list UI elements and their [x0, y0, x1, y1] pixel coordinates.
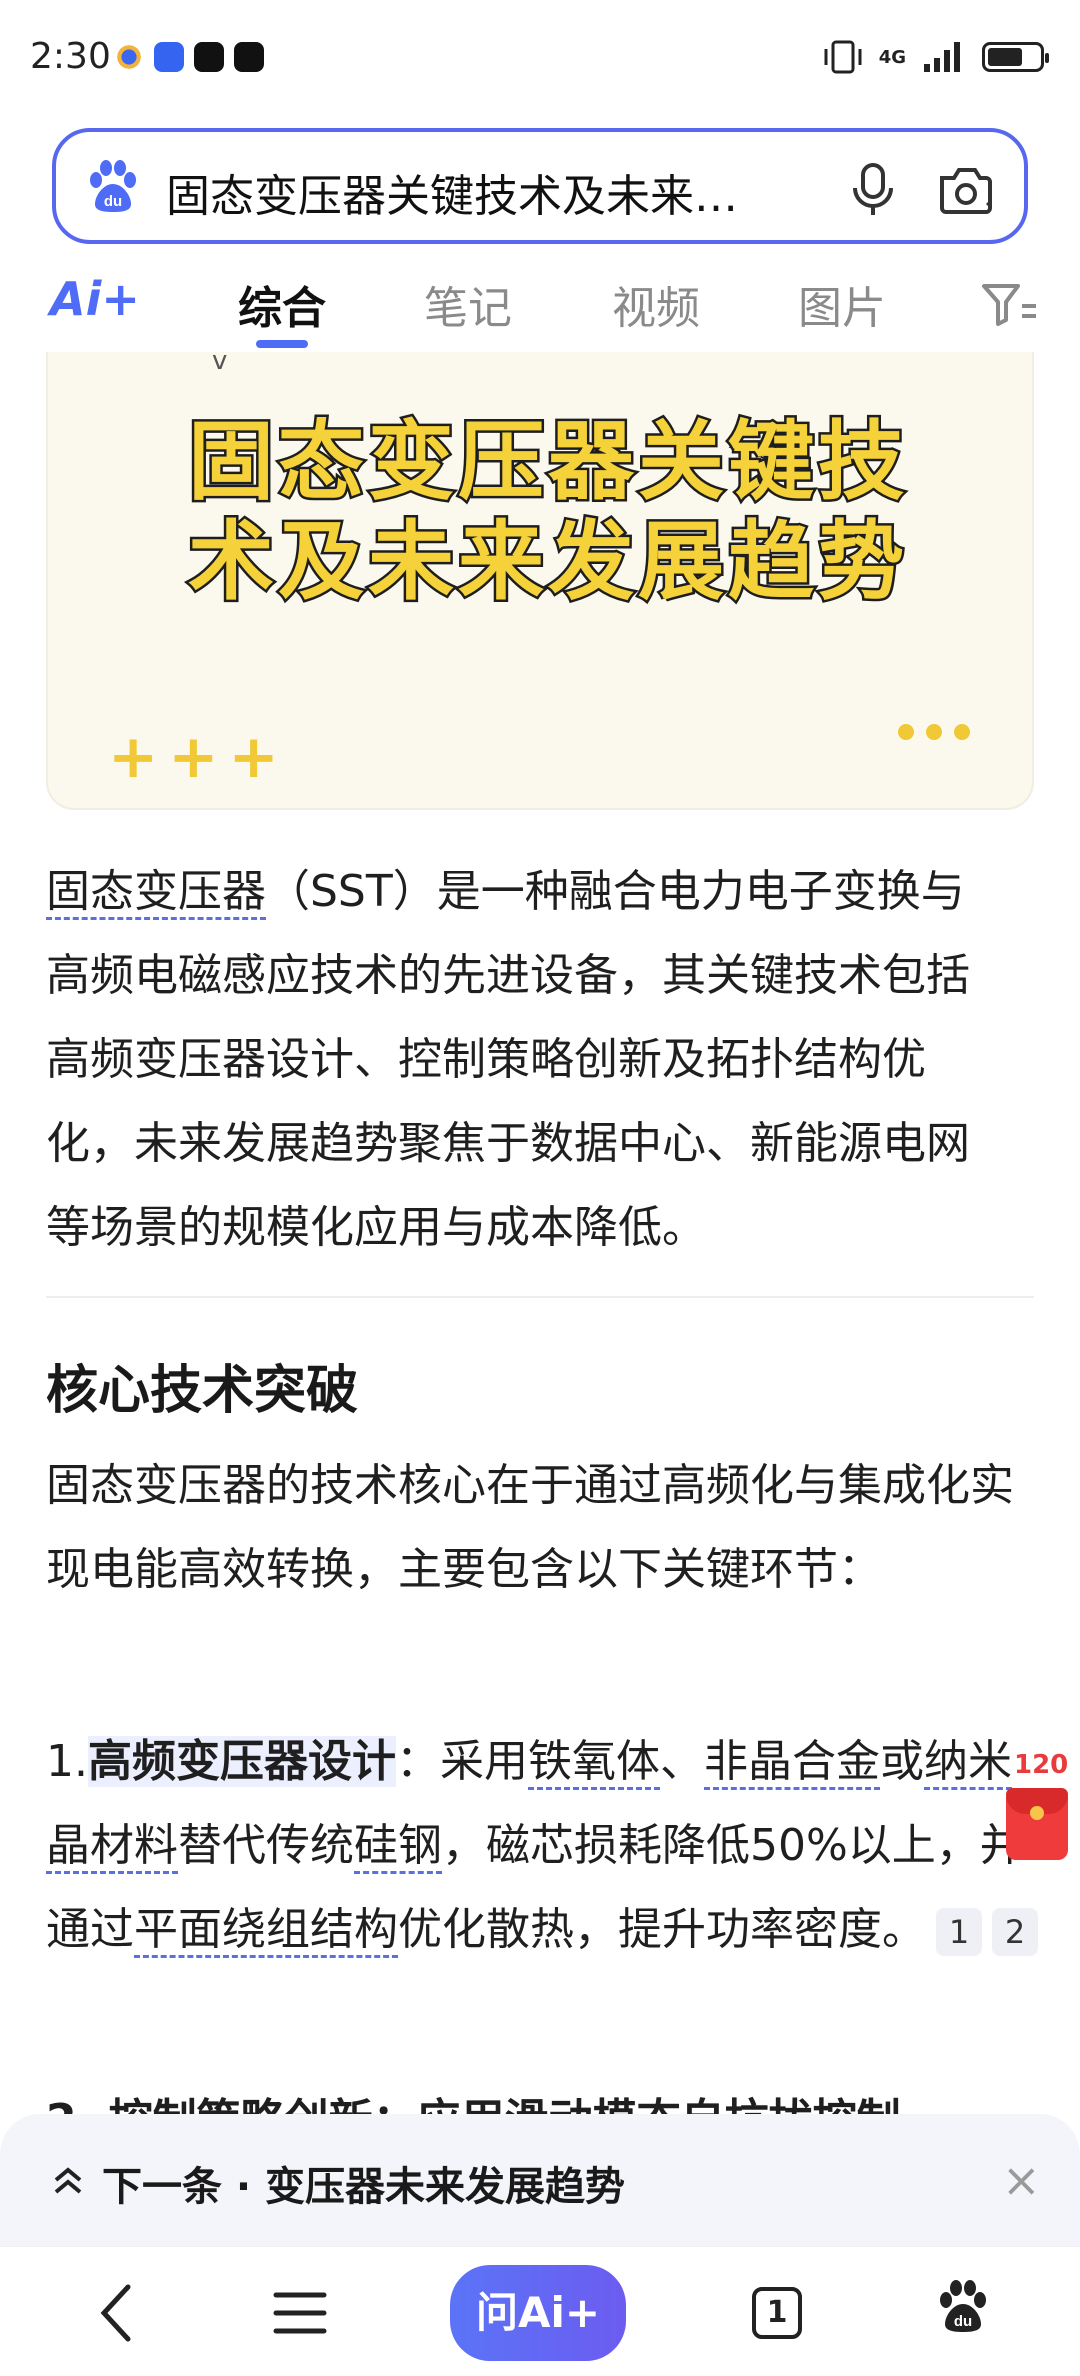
- search-bar[interactable]: du 固态变压器关键技术及未来…: [52, 128, 1028, 244]
- text-fragment: 、: [659, 1736, 704, 1787]
- term-link-planar-winding[interactable]: 平面绕组结构: [134, 1904, 398, 1958]
- search-tabs: Ai+ 综合 笔记 视频 图片: [0, 262, 1080, 352]
- banner-title-line1: 固态变压器关键技: [186, 410, 908, 515]
- text-fragment: ：采用: [395, 1736, 528, 1787]
- article-cover-image[interactable]: v 固态变压器关键技 术及未来发展趋势 +++: [46, 352, 1034, 810]
- term-link-silicon-steel[interactable]: 硅钢: [354, 1820, 442, 1874]
- browser-app-icon: [114, 42, 144, 72]
- signal-icon: [924, 42, 960, 72]
- baidu-app-icon: [154, 42, 184, 72]
- active-tab-indicator: [256, 340, 308, 348]
- status-indicators: 4G: [823, 40, 1049, 74]
- citation-2[interactable]: 2: [992, 1908, 1038, 1956]
- ai-tab[interactable]: Ai+: [50, 272, 140, 326]
- text-fragment: 优化散热，提升功率密度。: [398, 1904, 926, 1955]
- tabs-count-button[interactable]: 1: [752, 2287, 802, 2339]
- summary-paragraph: 固态变压器（SST）是一种融合电力电子变换与高频电磁感应技术的先进设备，其关键技…: [46, 850, 1006, 1270]
- item-heading: 高频变压器设计: [87, 1736, 396, 1787]
- banner-v-mark: v: [212, 352, 228, 376]
- search-query[interactable]: 固态变压器关键技术及未来…: [166, 160, 738, 224]
- status-time: 2:30: [30, 36, 111, 77]
- tab-comprehensive[interactable]: 综合: [238, 272, 326, 336]
- term-link-amorphous-alloy[interactable]: 非晶合金: [703, 1736, 880, 1790]
- list-item-1: 1.高频变压器设计：采用铁氧体、非晶合金或纳米晶材料替代传统硅钢，磁芯损耗降低5…: [46, 1720, 1046, 1972]
- tiktok-app-icon: [194, 42, 224, 72]
- status-bar: 2:30 4G: [0, 0, 1080, 118]
- svg-text:du: du: [954, 2313, 972, 2330]
- text-fragment: 或: [879, 1736, 924, 1787]
- double-chevron-up-icon: [54, 2167, 82, 2194]
- red-envelope-icon[interactable]: [1006, 1788, 1068, 1860]
- list-number: 1.: [46, 1736, 88, 1787]
- summary-body: （SST）是一种融合电力电子变换与高频电磁感应技术的先进设备，其关键技术包括高频…: [46, 866, 970, 1253]
- vibrate-icon: [824, 40, 862, 74]
- banner-title-line2: 术及未来发展趋势: [186, 510, 908, 615]
- term-link-ferrite[interactable]: 铁氧体: [527, 1736, 660, 1790]
- next-article-text[interactable]: 下一条 · 变压器未来发展趋势: [102, 2154, 625, 2212]
- camera-icon[interactable]: [936, 162, 998, 218]
- baidu-home-icon[interactable]: du: [936, 2277, 990, 2337]
- filter-icon[interactable]: [980, 280, 1040, 330]
- section-title: 核心技术突破: [46, 1361, 359, 1421]
- battery-icon: [982, 42, 1049, 72]
- section-divider: [46, 1296, 1034, 1298]
- tab-images[interactable]: 图片: [798, 272, 886, 336]
- banner-plus-decoration: +++: [108, 722, 289, 792]
- next-article-bar[interactable]: 下一条 · 变压器未来发展趋势 ×: [0, 2114, 1080, 2246]
- ask-ai-button[interactable]: 问Ai+: [450, 2265, 626, 2361]
- tab-notes[interactable]: 笔记: [424, 272, 512, 336]
- term-link-sst[interactable]: 固态变压器: [46, 866, 266, 920]
- tab-videos[interactable]: 视频: [612, 272, 700, 336]
- banner-title: 固态变压器关键技 术及未来发展趋势: [148, 410, 948, 615]
- back-arrow-icon[interactable]: [96, 2281, 136, 2345]
- text-fragment: 替代传统: [178, 1820, 354, 1871]
- baidu-paw-icon: du: [90, 160, 136, 212]
- status-app-icons: [114, 42, 264, 72]
- summary-text: 固态变压器（SST）是一种融合电力电子变换与高频电磁感应技术的先进设备，其关键技…: [46, 850, 1006, 1270]
- citation-1[interactable]: 1: [936, 1908, 982, 1956]
- banner-dots-decoration: [898, 724, 970, 740]
- tiktok-app-icon-2: [234, 42, 264, 72]
- close-icon[interactable]: ×: [1002, 2157, 1041, 2203]
- menu-icon[interactable]: [272, 2281, 328, 2345]
- microphone-icon[interactable]: [848, 162, 898, 218]
- red-envelope-count: 120: [1014, 1750, 1069, 1780]
- svg-text:du: du: [104, 193, 122, 210]
- network-label: 4G: [878, 46, 906, 68]
- section-intro: 固态变压器的技术核心在于通过高频化与集成化实现电能高效转换，主要包含以下关键环节…: [46, 1460, 1014, 1595]
- bottom-navigation: 问Ai+ 1 du: [0, 2246, 1080, 2376]
